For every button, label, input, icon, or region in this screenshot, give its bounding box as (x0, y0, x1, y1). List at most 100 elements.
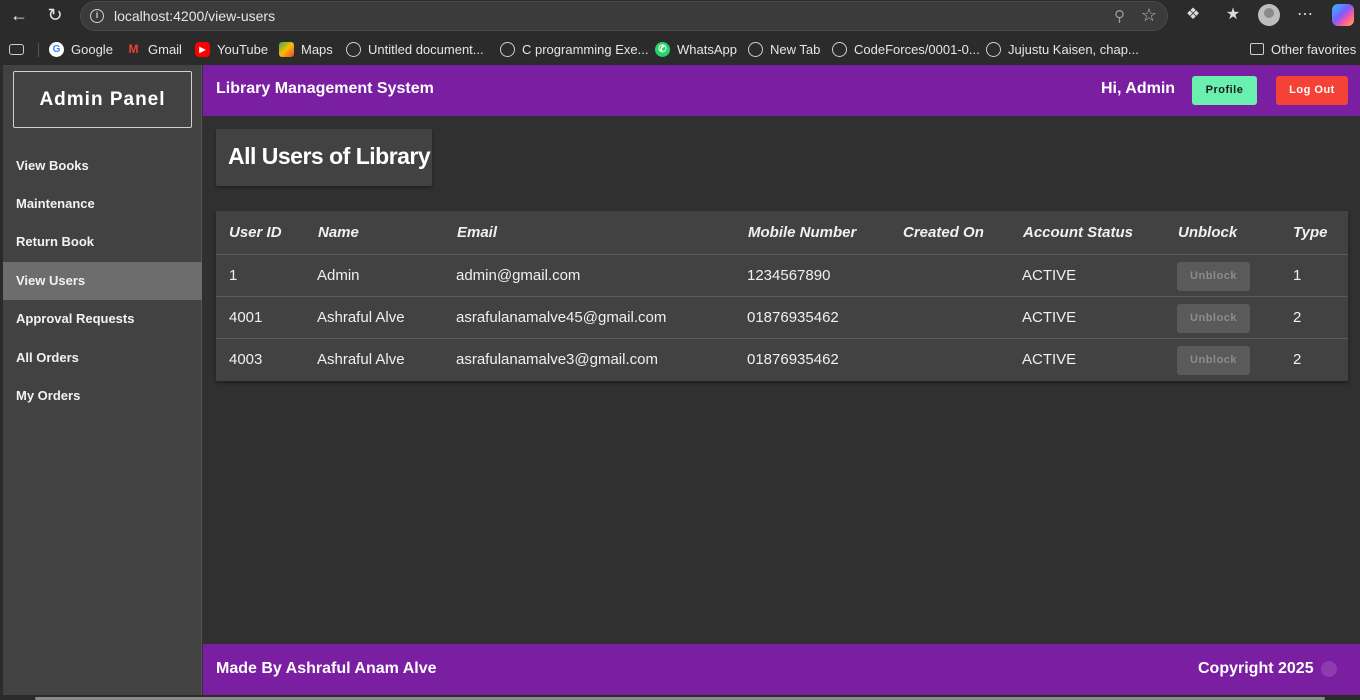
email-cell: asrafulanamalve3@gmail.com (456, 351, 658, 368)
user-id-cell: 1 (229, 267, 238, 284)
youtube-icon: ▶ (195, 41, 210, 57)
bookmark-label: Gmail (148, 41, 182, 57)
page-title: All Users of Library (228, 143, 431, 169)
bookmark-untitled-document[interactable]: Untitled document... (346, 40, 484, 58)
table-row: 4001 Ashraful Alve asrafulanamalve45@gma… (216, 297, 1348, 339)
back-arrow-icon[interactable]: ← (7, 4, 31, 26)
mobile-cell: 01876935462 (747, 309, 839, 326)
column-header: Unblock (1178, 224, 1238, 241)
sidebar-item-return-book[interactable]: Return Book (3, 223, 202, 261)
refresh-icon[interactable]: ↻ (43, 4, 67, 26)
name-cell: Admin (317, 267, 360, 284)
zoom-icon[interactable]: ⚲ (1114, 7, 1125, 25)
bookmark-gmail[interactable]: M Gmail (126, 40, 182, 58)
bookmark-label: WhatsApp (677, 41, 737, 57)
horizontal-scrollbar[interactable] (0, 695, 1360, 700)
footer-copyright: Copyright 2025 (1198, 660, 1314, 677)
logout-button[interactable]: Log Out (1276, 76, 1348, 105)
sidebar-item-my-orders[interactable]: My Orders (3, 377, 202, 415)
browser-toolbar: ← ↻ i localhost:4200/view-users ⚲ ☆ ❖ ★ … (0, 0, 1360, 31)
more-menu-icon[interactable]: ⋯ (1292, 4, 1318, 26)
tab-actions-icon[interactable] (9, 44, 24, 55)
app-container: Admin Panel View Books Maintenance Retur… (3, 65, 1360, 695)
other-favorites-label: Other favorites (1271, 41, 1357, 57)
globe-icon (986, 41, 1001, 57)
sidebar-item-approval-requests[interactable]: Approval Requests (3, 300, 202, 338)
extensions-icon[interactable]: ❖ (1180, 4, 1206, 26)
column-header: Email (457, 224, 498, 241)
bookmark-whatsapp[interactable]: ✆ WhatsApp (655, 40, 737, 58)
status-cell: ACTIVE (1022, 309, 1077, 326)
bookmark-label: Google (71, 41, 113, 57)
user-id-cell: 4001 (229, 309, 263, 326)
bookmark-google[interactable]: G Google (49, 40, 113, 58)
url-text[interactable]: localhost:4200/view-users (114, 8, 275, 24)
mobile-cell: 1234567890 (747, 267, 831, 284)
table-row: 4003 Ashraful Alve asrafulanamalve3@gmai… (216, 339, 1348, 381)
column-header: Name (318, 224, 359, 241)
column-header: Created On (903, 224, 984, 241)
bookmark-label: C programming Exe... (522, 41, 649, 57)
column-header: Account Status (1023, 224, 1134, 241)
sidebar: Admin Panel View Books Maintenance Retur… (3, 65, 202, 695)
type-cell: 1 (1293, 267, 1302, 284)
bookmark-label: New Tab (770, 41, 821, 57)
address-bar[interactable]: i localhost:4200/view-users ⚲ ☆ (80, 1, 1168, 31)
status-cell: ACTIVE (1022, 351, 1077, 368)
favorite-star-icon[interactable]: ☆ (1141, 5, 1157, 26)
maps-icon (279, 41, 294, 57)
bookmark-label: YouTube (217, 41, 269, 57)
app-header: Library Management System Hi, Admin Prof… (203, 65, 1360, 116)
bookmark-codeforces[interactable]: CodeForces/0001-0... (832, 40, 980, 58)
page-title-card: All Users of Library (216, 129, 432, 186)
globe-icon (832, 41, 847, 57)
name-cell: Ashraful Alve (317, 351, 405, 368)
name-cell: Ashraful Alve (317, 309, 405, 326)
profile-button[interactable]: Profile (1192, 76, 1257, 105)
email-cell: asrafulanamalve45@gmail.com (456, 309, 667, 326)
footer-credit: Made By Ashraful Anam Alve (216, 660, 437, 677)
copilot-icon[interactable] (1332, 4, 1354, 26)
unblock-button[interactable]: Unblock (1177, 304, 1250, 333)
whatsapp-icon: ✆ (655, 41, 670, 57)
bookmark-new-tab[interactable]: New Tab (748, 40, 820, 58)
folder-icon (1250, 43, 1264, 55)
unblock-button[interactable]: Unblock (1177, 346, 1250, 375)
bookmark-label: Maps (301, 41, 333, 57)
bookmark-maps[interactable]: Maps (279, 40, 333, 58)
globe-icon (500, 41, 515, 57)
sidebar-item-all-orders[interactable]: All Orders (3, 339, 202, 377)
user-id-cell: 4003 (229, 351, 263, 368)
other-favorites[interactable]: Other favorites (1250, 40, 1356, 58)
bookmarks-divider (38, 43, 39, 57)
bookmark-jujutsu-kaisen[interactable]: Jujustu Kaisen, chap... (986, 40, 1139, 58)
app-title: Library Management System (216, 80, 434, 97)
google-icon: G (49, 41, 64, 57)
sidebar-item-view-books[interactable]: View Books (3, 147, 202, 185)
table-header-row: User ID Name Email Mobile Number Created… (216, 211, 1348, 255)
column-header: Mobile Number (748, 224, 857, 241)
email-cell: admin@gmail.com (456, 267, 581, 284)
unblock-button[interactable]: Unblock (1177, 262, 1250, 291)
favorites-icon[interactable]: ★ (1220, 4, 1246, 26)
gmail-icon: M (128, 41, 139, 56)
profile-avatar-icon[interactable] (1258, 4, 1280, 26)
column-header: User ID (229, 224, 282, 241)
footer-decoration (1321, 661, 1337, 677)
table-row: 1 Admin admin@gmail.com 1234567890 ACTIV… (216, 255, 1348, 297)
app-footer: Made By Ashraful Anam Alve Copyright 202… (203, 644, 1360, 695)
site-info-icon[interactable]: i (90, 9, 104, 23)
greeting: Hi, Admin (1101, 80, 1176, 97)
sidebar-item-view-users[interactable]: View Users (3, 262, 202, 300)
bookmark-label: Untitled document... (368, 41, 484, 57)
status-cell: ACTIVE (1022, 267, 1077, 284)
users-table: User ID Name Email Mobile Number Created… (216, 211, 1348, 381)
bookmark-label: CodeForces/0001-0... (854, 41, 980, 57)
type-cell: 2 (1293, 309, 1302, 326)
sidebar-item-maintenance[interactable]: Maintenance (3, 185, 202, 223)
bookmark-youtube[interactable]: ▶ YouTube (195, 40, 268, 58)
bookmark-c-programming[interactable]: C programming Exe... (500, 40, 648, 58)
type-cell: 2 (1293, 351, 1302, 368)
column-header: Type (1293, 224, 1328, 241)
bookmarks-bar: G Google M Gmail ▶ YouTube Maps Untitled do… (0, 31, 1360, 65)
